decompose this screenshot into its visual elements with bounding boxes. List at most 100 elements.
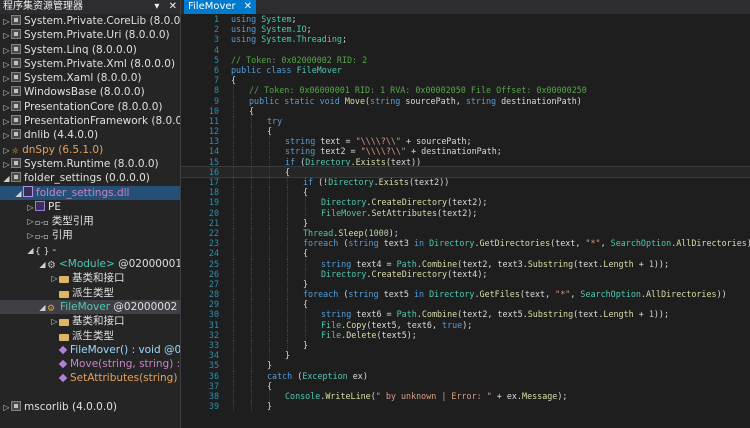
code-token: SearchOption <box>610 238 672 249</box>
code-token: Copy <box>346 319 367 330</box>
tab-filemover[interactable]: FileMover ✕ <box>184 0 257 14</box>
expand-arrow-icon[interactable]: ▷ <box>2 44 11 58</box>
tree-item-label: mscorlib (4.0.0.0) <box>24 401 117 414</box>
tree-item[interactable]: SetAttributes(string) : v <box>0 371 180 385</box>
expand-arrow-icon[interactable]: ◢ <box>14 187 23 201</box>
code-token: Path <box>396 309 417 320</box>
tree-item[interactable]: FileMover() : void @06( <box>0 343 180 357</box>
expand-arrow-icon[interactable]: ◢ <box>26 244 35 258</box>
line-number: 38 <box>208 390 219 401</box>
tab-label: FileMover <box>188 1 236 12</box>
code-token: } <box>285 350 291 361</box>
expand-arrow-icon[interactable]: ▷ <box>2 86 11 100</box>
close-panel-icon[interactable]: ✕ <box>169 1 177 12</box>
expand-arrow-icon[interactable]: ◢ <box>38 301 47 315</box>
tree-item[interactable]: ▷ System.Private.Xml (8.0.0.0) <box>0 57 180 71</box>
expand-arrow-icon[interactable]: ▷ <box>2 15 11 29</box>
line-number: 6 <box>213 64 219 75</box>
code-token: GetDirectories <box>479 238 551 249</box>
line-number: 19 <box>208 197 219 208</box>
code-token: ; <box>306 24 312 35</box>
assembly-explorer-panel: 程序集资源管理器 ▾ ✕ ▷ System.Private.CoreLib (8.… <box>0 0 181 428</box>
tree-item[interactable]: ▷ dnlib (4.4.0.0) <box>0 128 180 142</box>
tree-item-label: FileMover() : void @06( <box>70 343 181 356</box>
expand-arrow-icon[interactable]: ◢ <box>2 172 11 186</box>
panel-menu-icon[interactable]: ▾ <box>154 1 159 12</box>
tree-item[interactable]: ▷ PresentationCore (8.0.0.0) <box>0 100 180 114</box>
tree-item-label: PresentationCore (8.0.0.0) <box>24 100 163 113</box>
expand-arrow-icon[interactable]: ▷ <box>2 144 11 158</box>
expand-arrow-icon[interactable]: ▷ <box>50 315 59 329</box>
line-number: 23 <box>208 238 219 249</box>
code-token: + destinationPath; <box>406 146 502 157</box>
tree-item-label: 基类和接口 <box>72 272 125 285</box>
code-token: ); <box>388 227 399 238</box>
tree-item[interactable]: 派生类型 <box>0 329 180 343</box>
tree-item[interactable]: ▷ PE <box>0 200 180 214</box>
tree-item[interactable] <box>0 386 180 400</box>
expand-arrow-icon[interactable]: ◢ <box>38 258 47 272</box>
code-token: SetAttributes <box>371 207 437 218</box>
line-number: 29 <box>208 299 219 310</box>
code-token: { <box>303 248 309 259</box>
code-token: FileMover <box>321 207 367 218</box>
tree-item[interactable]: ◢⚙ FileMover @02000002 <box>0 299 180 315</box>
code-token: ex) <box>352 370 368 381</box>
expand-arrow-icon[interactable]: ▷ <box>2 115 11 129</box>
expand-arrow-icon[interactable]: ▷ <box>50 272 59 286</box>
expand-arrow-icon[interactable]: ▷ <box>2 101 11 115</box>
code-token: { <box>249 105 255 116</box>
expand-arrow-icon[interactable]: ▷ <box>26 229 35 243</box>
tree-item[interactable]: ▷ System.Linq (8.0.0.0) <box>0 43 180 57</box>
code-token: text3 <box>383 238 414 249</box>
expand-arrow-icon[interactable]: ▷ <box>2 129 11 143</box>
tree-item[interactable]: ▷ 基类和接口 <box>0 314 180 328</box>
code-line: 10 { <box>181 105 750 116</box>
code-token: in <box>413 289 430 300</box>
tree-item[interactable]: ▷ System.Private.Uri (8.0.0.0) <box>0 28 180 42</box>
tree-item[interactable]: ▷ System.Runtime (8.0.0.0) <box>0 157 180 171</box>
code-token: using <box>231 34 262 45</box>
expand-arrow-icon[interactable]: ▷ <box>2 58 11 72</box>
code-token: text2 = <box>320 146 361 157</box>
close-tab-icon[interactable]: ✕ <box>244 1 252 12</box>
tree-item[interactable]: ▷▫-▫ 引用 <box>0 228 180 242</box>
expand-arrow-icon[interactable]: ▷ <box>2 158 11 172</box>
expand-arrow-icon[interactable]: ▷ <box>26 201 35 215</box>
tree-item[interactable]: ◢ folder_settings.dll <box>0 185 180 201</box>
line-number: 15 <box>208 156 219 167</box>
tree-item[interactable]: ▷ PresentationFramework (8.0.0.0) <box>0 114 180 128</box>
code-token: "\\\\?\\" <box>360 146 407 157</box>
line-number: 22 <box>208 227 219 238</box>
code-token: Combine <box>421 258 458 269</box>
tree-item[interactable]: ▷ mscorlib (4.0.0.0) <box>0 400 180 414</box>
code-token: } <box>303 340 309 350</box>
tree-item[interactable]: ▷ WindowsBase (8.0.0.0) <box>0 85 180 99</box>
line-number: 11 <box>208 115 219 126</box>
expand-arrow-icon[interactable]: ▷ <box>26 215 35 229</box>
expand-arrow-icon[interactable]: ▷ <box>2 29 11 43</box>
tree-item[interactable]: ▷▫-▫ 类型引用 <box>0 214 180 228</box>
code-token: ); <box>557 390 568 401</box>
assembly-icon <box>11 57 21 68</box>
expand-arrow-icon[interactable]: ▷ <box>2 401 11 415</box>
tree-item[interactable]: ◢ folder_settings (0.0.0.0) <box>0 171 180 185</box>
tree-item[interactable]: ◢⚙ <Module> @02000001 <box>0 257 180 271</box>
expand-arrow-icon[interactable]: ▷ <box>2 72 11 86</box>
tree-item[interactable]: ▷ 基类和接口 <box>0 271 180 285</box>
line-number: 12 <box>208 126 219 137</box>
code-line: 20 FileMover.SetAttributes(text2); <box>181 207 750 218</box>
code-token: in <box>413 238 430 249</box>
tree-item[interactable]: ▷ System.Xaml (8.0.0.0) <box>0 71 180 85</box>
code-token: Substring <box>527 258 574 269</box>
code-token: Sleep <box>338 227 364 238</box>
tree-item[interactable]: ▷☼ dnSpy (6.5.1.0) <box>0 143 180 157</box>
code-token: (text5, text6, <box>366 319 443 330</box>
tree-item[interactable]: ◢{ } - <box>0 243 180 257</box>
code-line: 30 string text6 = Path.Combine(text2, tex… <box>181 309 750 320</box>
tree-item[interactable]: ▷ System.Private.CoreLib (8.0.0.0) <box>0 14 180 28</box>
tree-item[interactable]: 派生类型 <box>0 286 180 300</box>
folder-icon <box>59 276 69 284</box>
tree-item[interactable]: Move(string, string) : v <box>0 357 180 371</box>
code-editor[interactable]: 1 using System; 2 using System.IO; 3 using Sy… <box>181 14 750 428</box>
